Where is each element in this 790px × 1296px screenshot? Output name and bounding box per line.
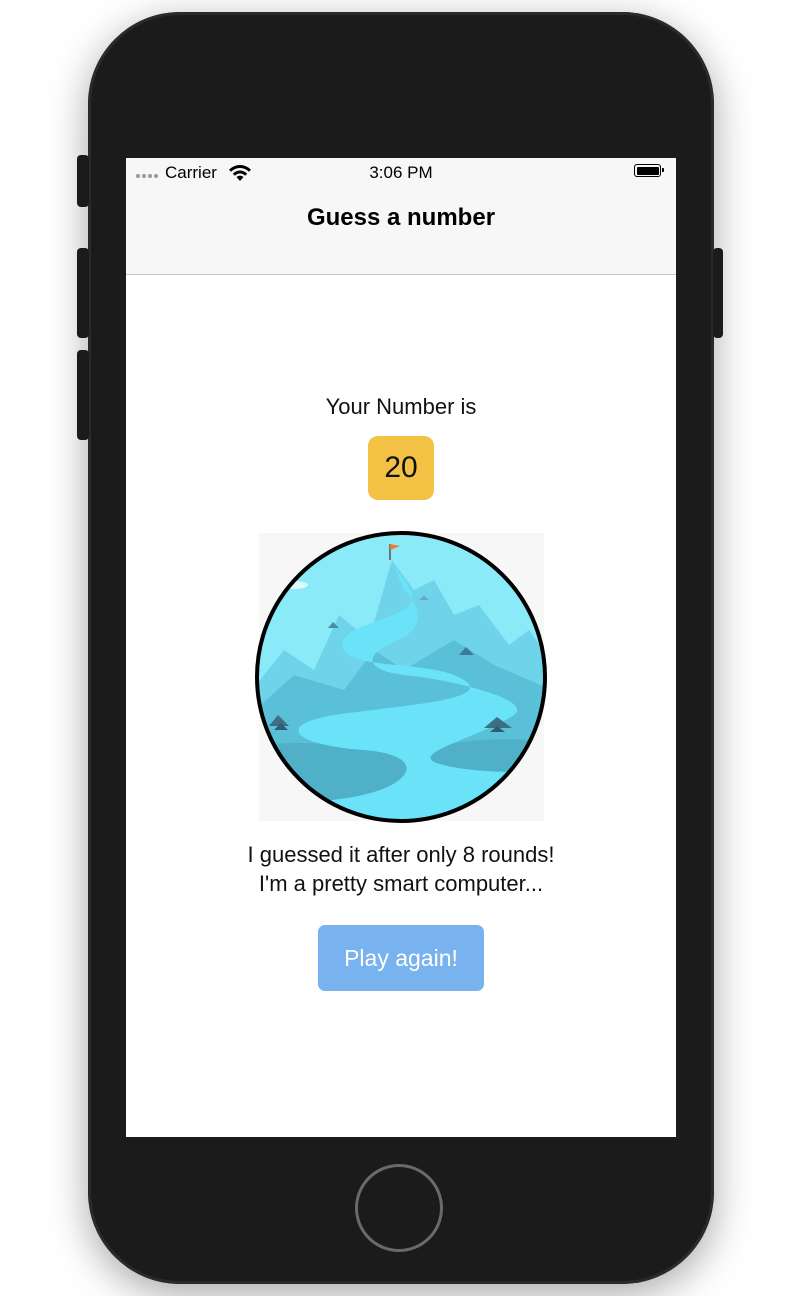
number-label: Your Number is [325,394,477,419]
play-again-button[interactable]: Play again! [318,925,484,991]
mountain-summit-image [254,530,549,824]
game-over-screen: Your Number is 20 I guessed it after onl… [126,275,676,1137]
power-button [713,248,723,338]
result-message: I guessed it after only 8 rounds! I'm a … [126,840,676,898]
status-time: 3:06 PM [369,163,433,182]
result-message-line2: I'm a pretty smart computer... [258,871,544,896]
status-bar: Carrier 3:06 PM [126,158,676,188]
page-title: Guess a number [306,204,496,231]
volume-down-button [77,350,89,440]
result-message-line1: I guessed it after only 8 rounds! [247,842,555,867]
app-screen: Carrier 3:06 PM Guess a number Your Numb… [126,158,676,1137]
number-display: 20 [368,436,434,500]
battery-icon [634,164,664,177]
mute-switch [77,155,89,207]
home-button[interactable] [355,1164,443,1252]
navigation-bar: Guess a number [126,188,676,275]
volume-up-button [77,248,89,338]
